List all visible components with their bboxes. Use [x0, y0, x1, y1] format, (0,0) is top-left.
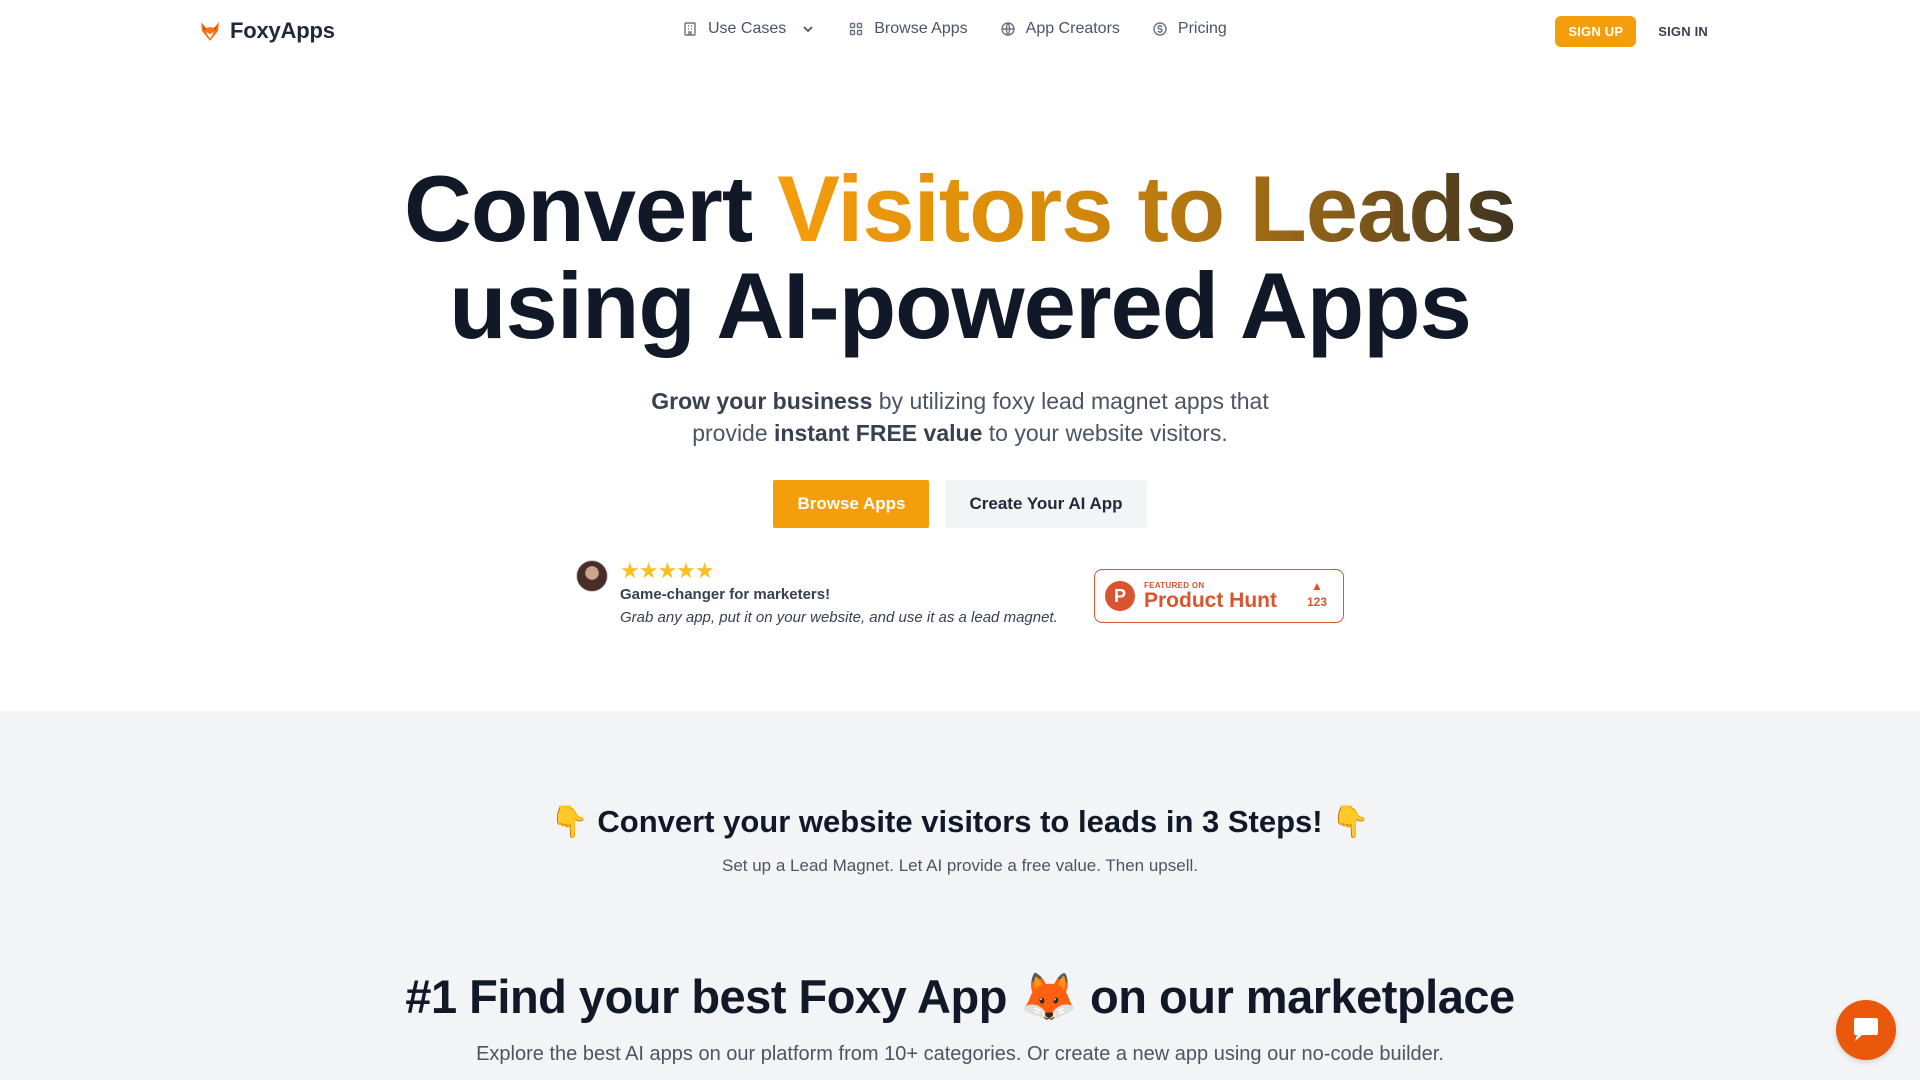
- nav-pricing[interactable]: Pricing: [1152, 20, 1227, 38]
- chevron-down-icon: [803, 26, 813, 33]
- avatar: [576, 560, 608, 592]
- product-hunt-votes: ▲ 123: [1307, 580, 1327, 609]
- auth-buttons: SIGN UP SIGN IN: [1555, 16, 1708, 47]
- browse-apps-button[interactable]: Browse Apps: [773, 480, 930, 528]
- hero-buttons: Browse Apps Create Your AI App: [0, 480, 1920, 528]
- marketplace-title-part2: on our marketplace: [1077, 970, 1515, 1023]
- chat-bubble-icon: [1854, 1018, 1878, 1041]
- upvote-arrow-icon: ▲: [1311, 579, 1323, 593]
- top-navigation: FoxyApps Use Cases Browse Apps App Creat: [0, 0, 1920, 64]
- fox-face-icon: 🦊: [1019, 970, 1078, 1025]
- nav-browse-apps-label: Browse Apps: [874, 20, 968, 37]
- product-hunt-badge[interactable]: P FEATURED ON Product Hunt ▲ 123: [1094, 569, 1344, 623]
- hero-sub-text1: by utilizing foxy lead magnet apps that: [872, 388, 1269, 414]
- sign-up-button[interactable]: SIGN UP: [1555, 16, 1637, 47]
- hero-title-line2: using AI-powered Apps: [449, 253, 1472, 358]
- testimonial: ★★★★★ Game-changer for marketers! Grab a…: [576, 560, 1058, 626]
- hero-title: Convert Visitors to Leads using AI-power…: [0, 160, 1920, 354]
- hero-sub-bold1: Grow your business: [651, 388, 873, 414]
- chat-widget-button[interactable]: [1836, 1000, 1896, 1060]
- hero-sub-text2: provide: [692, 420, 775, 446]
- marketplace-subtitle: Explore the best AI apps on our platform…: [476, 1043, 1444, 1065]
- fox-logo-icon: [201, 22, 219, 41]
- dollar-icon: [1153, 22, 1167, 36]
- building-icon: [684, 22, 696, 36]
- steps-title: 👇 Convert your website visitors to leads…: [0, 803, 1920, 840]
- create-ai-app-button[interactable]: Create Your AI App: [945, 480, 1147, 528]
- pointing-down-icon: 👇: [1331, 804, 1370, 840]
- sign-in-link[interactable]: SIGN IN: [1658, 24, 1708, 39]
- nav-pricing-label: Pricing: [1177, 20, 1227, 37]
- brand-logo[interactable]: FoxyApps: [198, 18, 335, 44]
- marketplace-title-part1: #1 Find your best Foxy App: [405, 970, 1020, 1023]
- nav-use-cases-label: Use Cases: [708, 20, 787, 37]
- testimonial-content: ★★★★★ Game-changer for marketers! Grab a…: [620, 558, 1058, 627]
- marketplace-title: #1 Find your best Foxy App 🦊 on our mark…: [0, 969, 1920, 1025]
- pointing-down-icon: 👇: [550, 804, 589, 840]
- testimonial-text: Grab any app, put it on your website, an…: [620, 609, 1058, 626]
- hero-title-highlight: Visitors to Leads: [777, 156, 1517, 261]
- steps-section: 👇 Convert your website visitors to leads…: [0, 711, 1920, 1080]
- testimonial-title: Game-changer for marketers!: [620, 586, 831, 603]
- nav-use-cases[interactable]: Use Cases: [682, 20, 816, 38]
- vote-count: 123: [1306, 595, 1327, 609]
- nav-browse-apps[interactable]: Browse Apps: [848, 20, 968, 38]
- hero-sub-bold2: instant FREE value: [774, 420, 983, 446]
- grid-icon: [850, 22, 863, 36]
- star-rating: ★★★★★: [620, 558, 715, 583]
- steps-title-text: Convert your website visitors to leads i…: [597, 804, 1323, 839]
- product-hunt-logo-icon: P: [1105, 581, 1135, 611]
- nav-app-creators[interactable]: App Creators: [1000, 20, 1120, 38]
- product-hunt-text: FEATURED ON Product Hunt: [1144, 581, 1277, 612]
- brand-name: FoxyApps: [230, 18, 335, 43]
- hero-subtitle: Grow your business by utilizing foxy lea…: [0, 385, 1920, 449]
- steps-subtitle: Set up a Lead Magnet. Let AI provide a f…: [721, 856, 1198, 875]
- nav-links: Use Cases Browse Apps App Creators Prici…: [682, 20, 1227, 38]
- nav-app-creators-label: App Creators: [1025, 20, 1120, 37]
- hero-title-part1: Convert: [404, 156, 778, 261]
- product-hunt-name: Product Hunt: [1144, 588, 1277, 612]
- globe-icon: [1000, 22, 1015, 36]
- hero-sub-text3: to your website visitors.: [982, 420, 1228, 446]
